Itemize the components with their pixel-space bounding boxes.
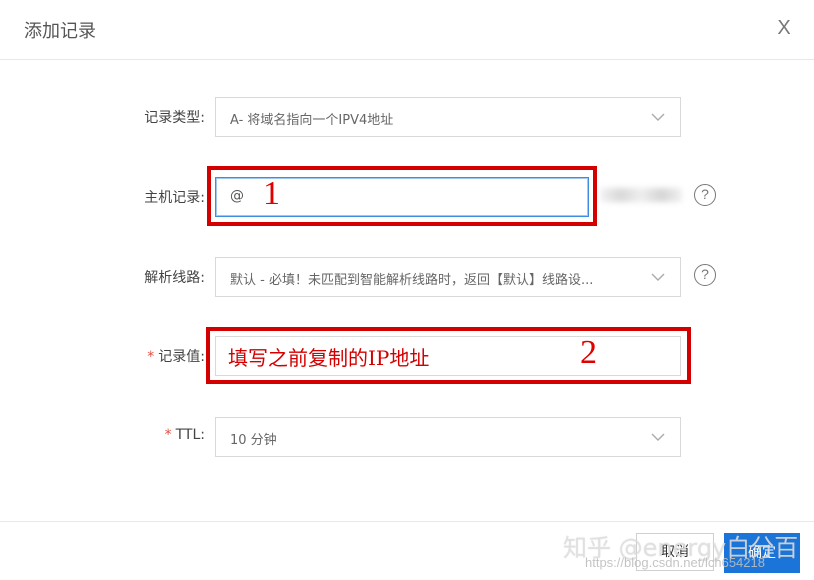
watermark-url: https://blog.csdn.net/lch654218 (585, 555, 765, 570)
host-record-help-icon[interactable]: ? (694, 184, 716, 206)
line-select[interactable]: 默认 - 必填！未匹配到智能解析线路时，返回【默认】线路设... (215, 257, 681, 297)
dialog-header: 添加记录 X (0, 0, 814, 60)
blurred-domain-suffix (600, 188, 682, 202)
close-icon[interactable]: X (771, 14, 797, 42)
annotation-number-2: 2 (580, 334, 597, 371)
ttl-select[interactable]: 10 分钟 (215, 417, 681, 457)
form-row-ttl: * TTL: 10 分钟 (0, 417, 814, 457)
form-row-record-type: 记录类型: A- 将域名指向一个IPV4地址 (0, 97, 814, 137)
ttl-label: * TTL: (165, 427, 205, 443)
record-value-label-text: 记录值: (158, 349, 205, 365)
chevron-down-icon (650, 430, 666, 444)
record-type-value: A- 将域名指向一个IPV4地址 (230, 113, 394, 128)
ttl-label-text: TTL: (175, 427, 205, 443)
dialog-title: 添加记录 (24, 21, 96, 42)
record-value-label: * 记录值: (147, 346, 205, 366)
chevron-down-icon (650, 270, 666, 284)
line-value: 默认 - 必填！未匹配到智能解析线路时，返回【默认】线路设... (230, 273, 594, 288)
required-mark: * (147, 349, 155, 365)
chevron-down-icon (650, 110, 666, 124)
record-type-select[interactable]: A- 将域名指向一个IPV4地址 (215, 97, 681, 137)
annotation-number-1: 1 (263, 175, 280, 212)
line-help-icon[interactable]: ? (694, 264, 716, 286)
record-type-label: 记录类型: (144, 110, 205, 126)
form-row-line: 解析线路: 默认 - 必填！未匹配到智能解析线路时，返回【默认】线路设... (0, 257, 814, 297)
line-label: 解析线路: (144, 270, 205, 286)
annotation-hint-text: 填写之前复制的IP地址 (228, 346, 430, 370)
required-mark: * (164, 427, 172, 443)
ttl-value: 10 分钟 (230, 433, 277, 448)
host-record-label: 主机记录: (144, 190, 205, 206)
